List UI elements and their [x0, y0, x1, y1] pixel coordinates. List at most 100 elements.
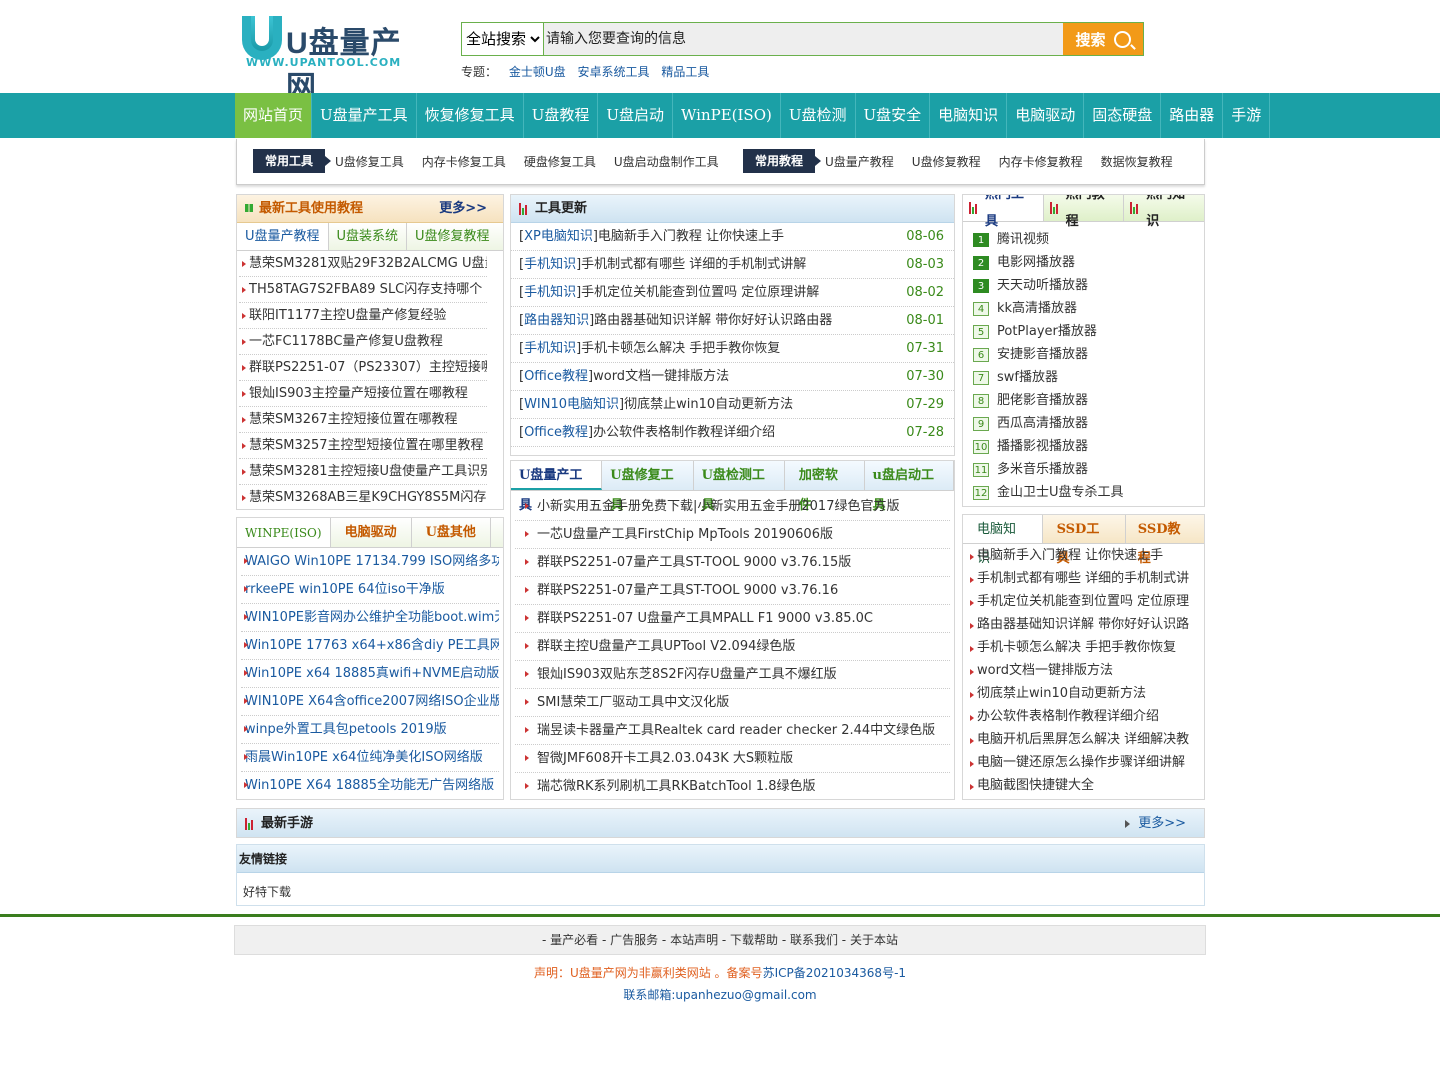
list-item[interactable]: 办公软件表格制作教程详细介绍 — [967, 705, 1200, 728]
tab-item[interactable]: SSD教程 — [1126, 515, 1204, 566]
list-item[interactable]: Win10PE 17763 x64+x86含diy PE工具网络 — [241, 632, 499, 660]
tab-item[interactable]: U盘装系统 — [329, 223, 408, 250]
update-category[interactable]: XP电脑知识 — [524, 229, 593, 244]
list-item[interactable]: Win10PE X64 18885全功能无广告网络版 — [241, 772, 499, 799]
update-row[interactable]: [Office教程]word文档一键排版方法 07-30 — [511, 363, 954, 391]
list-item[interactable]: 群联主控U盘量产工具UPTool V2.094绿色版 — [515, 633, 950, 661]
quick-link[interactable]: U盘修复工具 — [335, 155, 404, 169]
rank-item[interactable]: 10 播播影视播放器 — [963, 435, 1204, 458]
update-row[interactable]: [手机知识]手机卡顿怎么解决 手把手教你恢复 07-31 — [511, 335, 954, 363]
nav-item[interactable]: 路由器 — [1161, 93, 1224, 138]
tab-item[interactable]: 热门教程 — [1044, 195, 1125, 229]
list-item[interactable]: 手机制式都有哪些 详细的手机制式讲 — [967, 567, 1200, 590]
nav-item[interactable]: U盘安全 — [856, 93, 931, 138]
list-item[interactable]: 银灿IS903双贴东芝8S2F闪存U盘量产工具不爆红版 — [515, 661, 950, 689]
list-item[interactable]: 手机定位关机能查到位置吗 定位原理 — [967, 590, 1200, 613]
list-item[interactable]: 慧荣SM3257主控型短接位置在哪里教程 — [239, 433, 487, 459]
nav-item[interactable]: 电脑知识 — [930, 93, 1008, 138]
list-item[interactable]: WIN10PE X64含office2007网络ISO企业版 — [241, 688, 499, 716]
rank-item[interactable]: 4 kk高清播放器 — [963, 297, 1204, 320]
list-item[interactable]: 联阳IT1177主控U盘量产修复经验 — [239, 303, 487, 329]
tab-item[interactable]: SSD工具 — [1043, 515, 1126, 566]
nav-item[interactable]: WinPE(ISO) — [673, 93, 781, 138]
more-link[interactable]: 更多>> — [439, 195, 487, 223]
tab-item[interactable]: U盘量产工具 — [511, 461, 603, 513]
rank-item[interactable]: 9 西瓜高清播放器 — [963, 412, 1204, 435]
list-item[interactable]: Win10PE x64 18885真wifi+NVME启动版 — [241, 660, 499, 688]
list-item[interactable]: SMI慧荣工厂驱动工具中文汉化版 — [515, 689, 950, 717]
quick-link[interactable]: 内存卡修复教程 — [999, 155, 1083, 169]
footer-email[interactable]: 联系邮箱:upanhezuo@gmail.com — [0, 986, 1440, 1003]
tab-item[interactable]: U盘修复工具 — [602, 461, 694, 513]
list-item[interactable]: 路由器基础知识详解 带你好好认识路 — [967, 613, 1200, 636]
search-button[interactable]: 搜索 — [1063, 23, 1143, 55]
list-item[interactable]: 慧荣SM3281双贴29F32B2ALCMG U盘量 — [239, 251, 487, 277]
rank-item[interactable]: 7 swf播放器 — [963, 366, 1204, 389]
update-category[interactable]: 手机知识 — [524, 285, 576, 300]
update-category[interactable]: Office教程 — [524, 369, 588, 384]
icp-link[interactable]: 苏ICP备2021034368号-1 — [763, 966, 906, 980]
list-item[interactable]: 雨晨Win10PE x64位纯净美化ISO网络版 — [241, 744, 499, 772]
tab-item[interactable]: U盘量产教程 — [237, 223, 329, 250]
tab-item[interactable]: u盘启动工具 — [865, 461, 954, 513]
update-row[interactable]: [手机知识]手机制式都有哪些 详细的手机制式讲解 08-03 — [511, 251, 954, 279]
list-item[interactable]: 慧荣SM3281主控短接U盘使量产工具识别 — [239, 459, 487, 485]
search-scope-select[interactable]: 全站搜索 — [462, 23, 544, 55]
tab-item[interactable]: WINPE(ISO) — [237, 518, 331, 547]
friend-link[interactable]: 好特下载 — [237, 873, 1204, 905]
list-item[interactable]: WIN10PE影音网办公维护全功能boot.wim无 — [241, 604, 499, 632]
list-item[interactable]: 电脑一键还原怎么操作步骤详细讲解 — [967, 751, 1200, 774]
list-item[interactable]: 手机卡顿怎么解决 手把手教你恢复 — [967, 636, 1200, 659]
list-item[interactable]: WAIGO Win10PE 17134.799 ISO网络多功 — [241, 548, 499, 576]
tab-item[interactable]: 电脑知识 — [963, 515, 1043, 566]
list-item[interactable]: TH58TAG7S2FBA89 SLC闪存支持哪个 — [239, 277, 487, 303]
nav-item[interactable]: 恢复修复工具 — [417, 93, 524, 138]
list-item[interactable]: 瑞昱读卡器量产工具Realtek card reader checker 2.4… — [515, 717, 950, 745]
nav-item-home[interactable]: 网站首页 — [235, 93, 313, 138]
topic-link[interactable]: 金士顿U盘 — [509, 65, 566, 79]
list-item[interactable]: 慧荣SM3268AB三星K9CHGY8S5M闪存 — [239, 485, 487, 509]
list-item[interactable]: 电脑新手入门教程 让你快速上手 — [967, 544, 1200, 567]
footer-links[interactable]: - 量产必看 - 广告服务 - 本站声明 - 下载帮助 - 联系我们 - 关于本… — [234, 925, 1206, 955]
quick-link[interactable]: U盘量产教程 — [825, 155, 894, 169]
list-item[interactable]: 群联PS2251-07 U盘量产工具MPALL F1 9000 v3.85.0C — [515, 605, 950, 633]
update-row[interactable]: [XP电脑知识]电脑新手入门教程 让你快速上手 08-06 — [511, 223, 954, 251]
list-item[interactable]: 银灿IS903主控量产短接位置在哪教程 — [239, 381, 487, 407]
rank-item[interactable]: 5 PotPlayer播放器 — [963, 320, 1204, 343]
nav-item[interactable]: U盘教程 — [524, 93, 599, 138]
update-category[interactable]: WIN10电脑知识 — [524, 397, 619, 412]
update-category[interactable]: 手机知识 — [524, 341, 576, 356]
quick-link[interactable]: U盘修复教程 — [912, 155, 981, 169]
rank-item[interactable]: 8 肥佬影音播放器 — [963, 389, 1204, 412]
quick-link[interactable]: 内存卡修复工具 — [422, 155, 506, 169]
quick-link[interactable]: 硬盘修复工具 — [524, 155, 596, 169]
site-logo[interactable]: U盘量产网 WWW.UPANTOOL.COM — [240, 14, 410, 104]
update-row[interactable]: [路由器知识]路由器基础知识详解 带你好好认识路由器 08-01 — [511, 307, 954, 335]
search-input[interactable]: 请输入您要查询的信息 — [544, 23, 1063, 55]
list-item[interactable]: 彻底禁止win10自动更新方法 — [967, 682, 1200, 705]
tab-item[interactable]: 加密软件 — [785, 461, 865, 513]
update-row[interactable]: [Office教程]办公软件表格制作教程详细介绍 07-28 — [511, 419, 954, 447]
tab-item[interactable]: 电脑驱动 — [331, 518, 412, 547]
nav-item[interactable]: U盘检测 — [781, 93, 856, 138]
nav-item[interactable]: 手游 — [1223, 93, 1271, 138]
rank-item[interactable]: 12 金山卫士U盘专杀工具 — [963, 481, 1204, 504]
topic-link[interactable]: 精品工具 — [661, 65, 709, 79]
update-row[interactable]: [WIN10电脑知识]彻底禁止win10自动更新方法 07-29 — [511, 391, 954, 419]
tab-item[interactable]: U盘其他 — [412, 518, 491, 547]
list-item[interactable]: rrkeePE win10PE 64位iso干净版 — [241, 576, 499, 604]
update-row[interactable]: [手机知识]手机定位关机能查到位置吗 定位原理讲解 08-02 — [511, 279, 954, 307]
tab-item[interactable]: U盘检测工具 — [694, 461, 785, 513]
nav-item[interactable]: U盘启动 — [598, 93, 673, 138]
tab-item[interactable]: 热门工具 — [963, 195, 1044, 229]
quick-link[interactable]: 数据恢复教程 — [1101, 155, 1173, 169]
nav-item[interactable]: 电脑驱动 — [1007, 93, 1085, 138]
list-item[interactable]: 群联PS2251-07（PS23307）主控短接哪 — [239, 355, 487, 381]
list-item[interactable]: 群联PS2251-07量产工具ST-TOOL 9000 v3.76.15版 — [515, 549, 950, 577]
rank-item[interactable]: 11 多米音乐播放器 — [963, 458, 1204, 481]
rank-item[interactable]: 2 电影网播放器 — [963, 251, 1204, 274]
update-category[interactable]: 手机知识 — [524, 257, 576, 272]
tab-item[interactable]: 热门知识 — [1124, 195, 1204, 229]
update-category[interactable]: 路由器知识 — [524, 313, 589, 328]
more-link[interactable]: 更多>> — [1138, 810, 1186, 838]
